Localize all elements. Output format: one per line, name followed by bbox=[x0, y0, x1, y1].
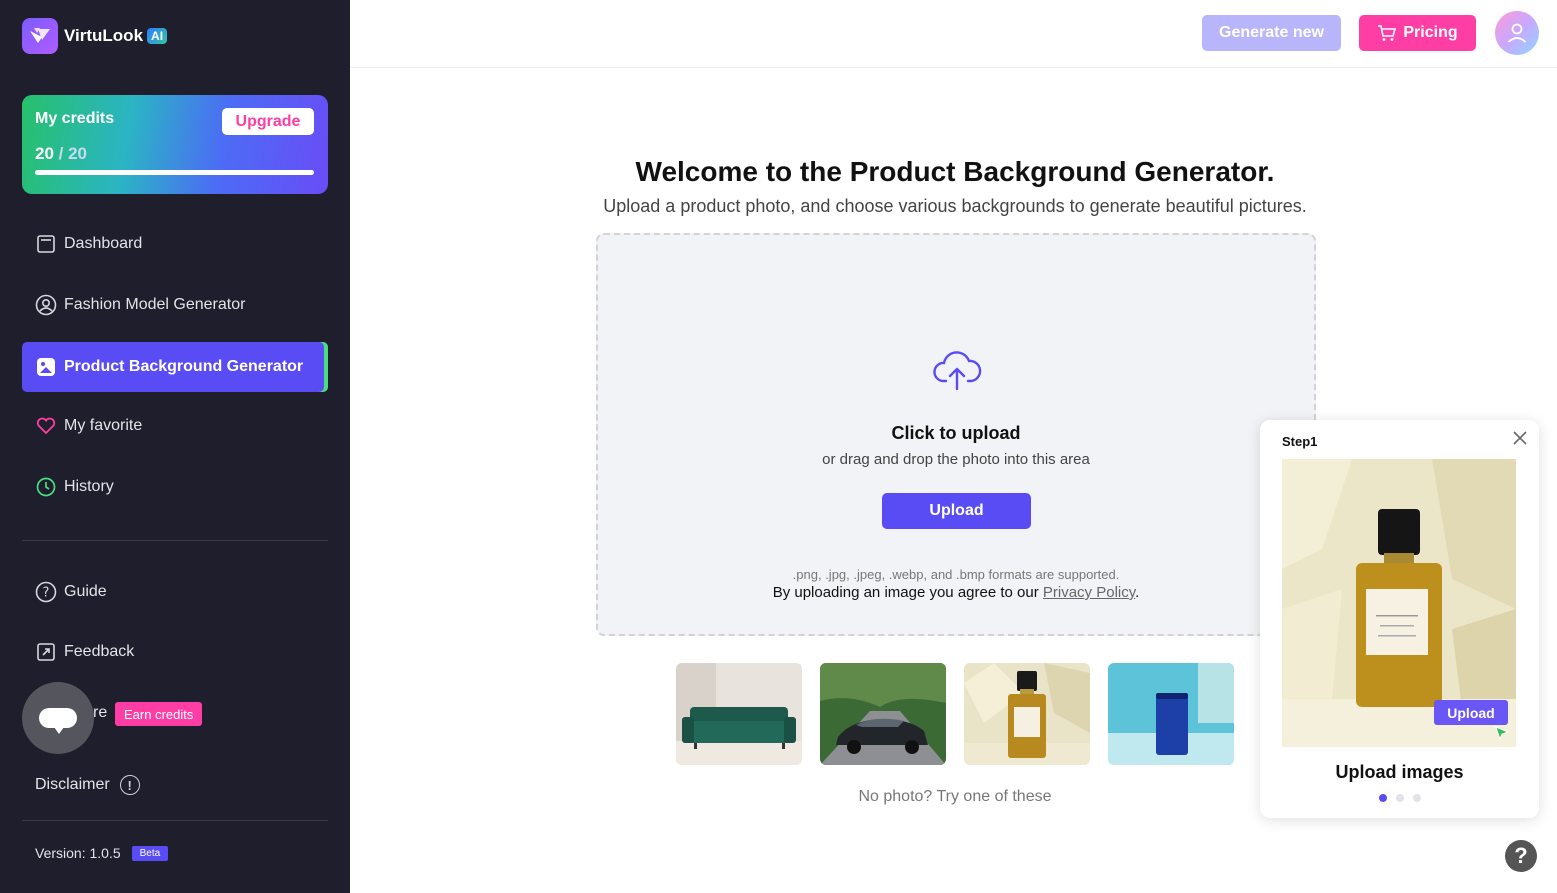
click-to-upload-text: Click to upload bbox=[891, 423, 1021, 443]
sidebar-item-guide[interactable]: ? Guide bbox=[22, 567, 328, 617]
credits-used: 20 bbox=[35, 144, 54, 163]
sidebar: VirtuLook AI My credits 20 / 20 Upgrade … bbox=[0, 0, 350, 893]
sidebar-item-my-favorite[interactable]: My favorite bbox=[22, 401, 328, 451]
upgrade-button[interactable]: Upgrade bbox=[222, 108, 314, 135]
sample-image-perfume[interactable] bbox=[964, 663, 1090, 765]
drag-drop-hint: or drag and drop the photo into this are… bbox=[822, 451, 1090, 468]
sidebar-item-label: My favorite bbox=[64, 417, 143, 434]
guide-title: Upload images bbox=[1335, 762, 1464, 782]
agree-text: By uploading an image you agree to our bbox=[772, 584, 1043, 601]
svg-text:?: ? bbox=[43, 586, 50, 601]
sidebar-item-label: History bbox=[64, 478, 114, 495]
pagination-dot[interactable] bbox=[1412, 794, 1421, 802]
supported-formats: .png, .jpg, .jpeg, .webp, and .bmp forma… bbox=[792, 567, 1120, 582]
ai-badge: AI bbox=[147, 28, 168, 44]
sidebar-item-label: Feedback bbox=[64, 643, 135, 660]
logo[interactable]: VirtuLook AI bbox=[22, 18, 168, 54]
upload-button[interactable]: Upload bbox=[882, 493, 1031, 529]
close-icon[interactable] bbox=[1509, 427, 1531, 449]
clock-icon bbox=[35, 476, 57, 498]
sample-image-sofa[interactable] bbox=[676, 663, 802, 765]
upload-dropzone[interactable]: Click to upload or drag and drop the pho… bbox=[596, 233, 1316, 636]
sidebar-item-feedback[interactable]: Feedback bbox=[22, 627, 328, 677]
sidebar-item-label: Guide bbox=[64, 583, 107, 600]
credits-title: My credits bbox=[35, 110, 115, 127]
credits-card: My credits 20 / 20 Upgrade bbox=[22, 95, 328, 194]
app-name: VirtuLook bbox=[64, 26, 144, 45]
sidebar-item-label: Product Background Generator bbox=[64, 358, 304, 375]
pricing-button[interactable]: Pricing bbox=[1359, 15, 1476, 51]
sidebar-item-label: re bbox=[93, 704, 108, 721]
credits-progress-bar bbox=[35, 170, 314, 175]
agree-suffix: . bbox=[1135, 584, 1140, 601]
disclaimer-label: Disclaimer bbox=[35, 776, 110, 793]
cart-icon bbox=[1377, 24, 1397, 42]
external-box-icon bbox=[35, 641, 57, 663]
sidebar-item-fashion-model[interactable]: Fashion Model Generator bbox=[22, 280, 328, 330]
page-subtitle: Upload a product photo, and choose vario… bbox=[603, 196, 1307, 216]
image-edit-icon bbox=[35, 356, 57, 378]
sidebar-item-label: Dashboard bbox=[64, 235, 143, 252]
guide-illustration: Upload bbox=[1282, 459, 1516, 747]
sidebar-item-dashboard[interactable]: Dashboard bbox=[22, 219, 328, 269]
pagination-dot[interactable] bbox=[1378, 794, 1387, 802]
sidebar-divider bbox=[22, 820, 328, 821]
page-title: Welcome to the Product Background Genera… bbox=[635, 156, 1275, 187]
privacy-policy-link[interactable]: Privacy Policy bbox=[1043, 584, 1135, 601]
user-icon bbox=[1507, 23, 1527, 43]
cursor-icon bbox=[1495, 726, 1510, 741]
generate-new-button[interactable]: Generate new bbox=[1202, 15, 1341, 51]
disclaimer-link[interactable]: Disclaimer ! bbox=[35, 775, 140, 795]
sample-image-cup[interactable] bbox=[1108, 663, 1234, 765]
version-info: Version: 1.0.5 Beta bbox=[35, 845, 169, 861]
pagination-dot[interactable] bbox=[1395, 794, 1404, 802]
sidebar-item-label: Fashion Model Generator bbox=[64, 296, 246, 313]
sidebar-item-product-background[interactable]: Product Background Generator bbox=[22, 342, 328, 392]
chat-icon bbox=[39, 708, 77, 734]
credits-total: / 20 bbox=[58, 144, 88, 163]
heart-icon bbox=[35, 415, 57, 437]
help-button[interactable]: ? bbox=[1505, 840, 1537, 872]
guide-step-label: Step1 bbox=[1282, 434, 1318, 449]
sidebar-item-history[interactable]: History bbox=[22, 462, 328, 512]
guide-upload-button: Upload bbox=[1434, 700, 1508, 725]
logo-icon bbox=[22, 18, 58, 54]
credits-progress-fill bbox=[35, 170, 314, 175]
sample-image-car[interactable] bbox=[820, 663, 946, 765]
version-text: Version: 1.0.5 bbox=[35, 845, 121, 861]
cloud-upload-icon bbox=[933, 351, 982, 391]
info-icon: ! bbox=[119, 775, 140, 795]
privacy-agreement: By uploading an image you agree to our P… bbox=[598, 584, 1314, 601]
chat-button[interactable] bbox=[22, 682, 94, 754]
guide-pagination bbox=[1260, 794, 1539, 802]
pricing-label: Pricing bbox=[1403, 24, 1458, 41]
dashboard-icon bbox=[35, 233, 57, 255]
user-circle-icon bbox=[35, 294, 57, 316]
credits-count: 20 / 20 bbox=[35, 144, 87, 164]
earn-credits-badge: Earn credits bbox=[115, 702, 203, 726]
question-circle-icon: ? bbox=[35, 581, 57, 603]
sidebar-divider bbox=[22, 540, 328, 541]
beta-badge: Beta bbox=[131, 845, 169, 861]
avatar[interactable] bbox=[1495, 11, 1539, 55]
guide-popup: Step1 Upload Upload images bbox=[1260, 420, 1539, 818]
